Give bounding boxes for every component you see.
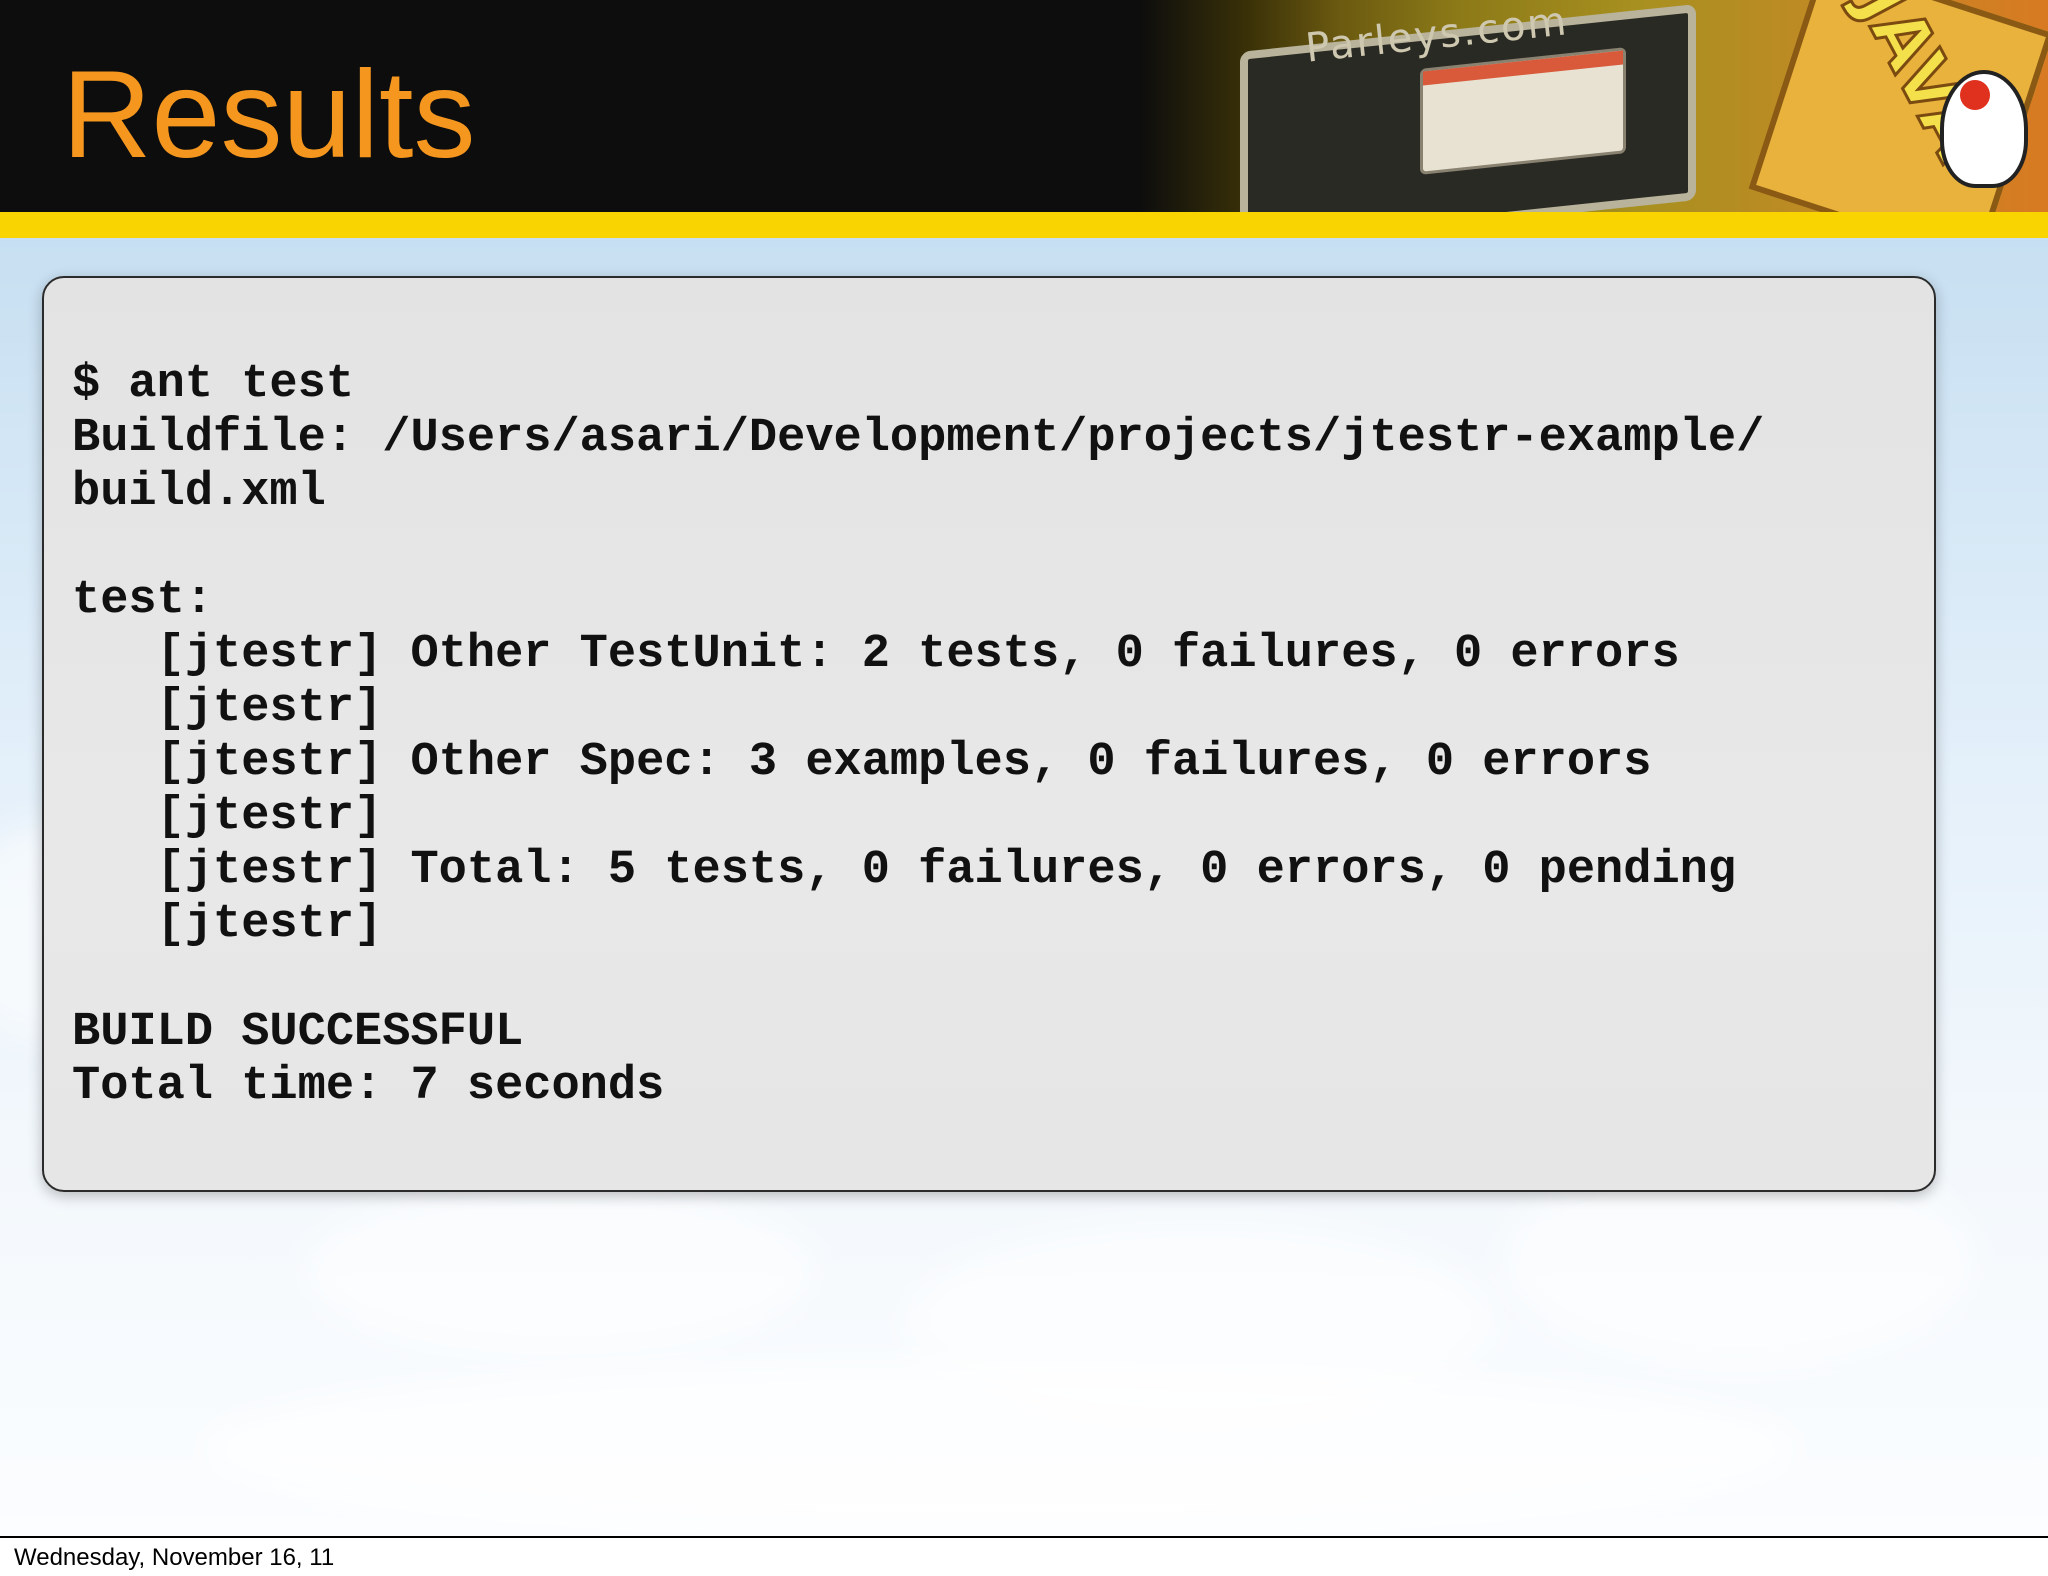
- terminal-line: BUILD SUCCESSFUL: [72, 1006, 524, 1059]
- slide-footer: Wednesday, November 16, 11: [0, 1536, 2048, 1576]
- illustration-panel: [1420, 47, 1626, 175]
- terminal-line: [jtestr]: [72, 790, 383, 843]
- cloud-decoration: [200, 1360, 1800, 1536]
- header-accent-band: [0, 212, 2048, 238]
- terminal-output-box: $ ant test Buildfile: /Users/asari/Devel…: [42, 276, 1936, 1192]
- terminal-line: $ ant test: [72, 358, 355, 411]
- terminal-line: Total time: 7 seconds: [72, 1060, 665, 1113]
- cloud-decoration: [300, 1180, 820, 1360]
- terminal-line: test:: [72, 574, 214, 627]
- terminal-line: build.xml: [72, 466, 326, 519]
- terminal-line: [jtestr]: [72, 682, 383, 735]
- terminal-line: [jtestr] Other Spec: 3 examples, 0 failu…: [72, 736, 1652, 789]
- terminal-line: [jtestr]: [72, 898, 383, 951]
- slide-header: Parleys.com JAVA Results: [0, 0, 2048, 212]
- slide-title: Results: [62, 46, 476, 184]
- terminal-line: [jtestr] Total: 5 tests, 0 failures, 0 e…: [72, 844, 1737, 897]
- duke-mascot-nose: [1960, 80, 1990, 110]
- terminal-line: Buildfile: /Users/asari/Development/proj…: [72, 412, 1765, 465]
- terminal-line: [jtestr] Other TestUnit: 2 tests, 0 fail…: [72, 628, 1680, 681]
- terminal-output-lines: $ ant test Buildfile: /Users/asari/Devel…: [72, 358, 1764, 1114]
- slide: Parleys.com JAVA Results $ ant test Buil…: [0, 0, 2048, 1536]
- footer-date: Wednesday, November 16, 11: [14, 1544, 335, 1571]
